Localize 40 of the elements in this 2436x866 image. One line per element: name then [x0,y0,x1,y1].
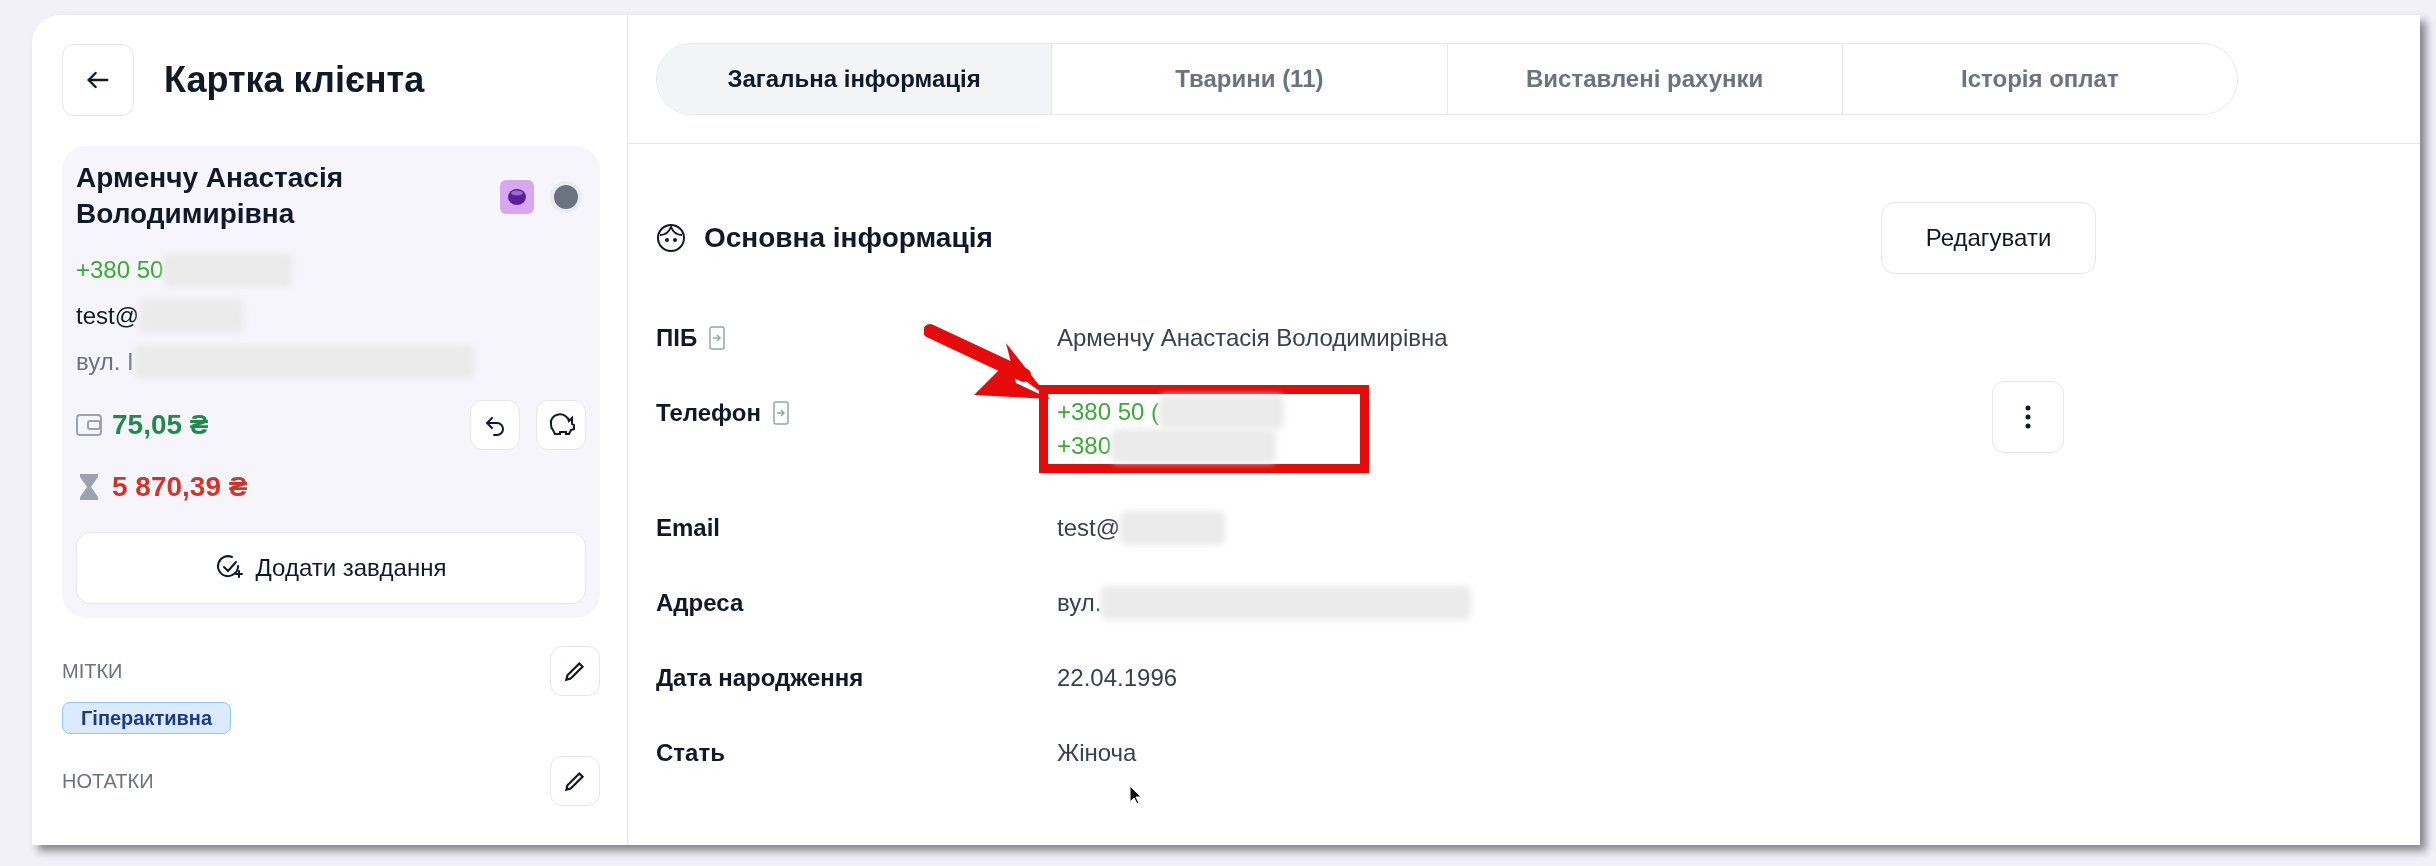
copy-icon[interactable] [772,401,789,425]
tab[interactable]: Історія оплат [1841,44,2237,114]
client-name: Арменчу Анастасія Володимирівна [76,161,344,231]
field-label: ПІБ [656,323,698,353]
client-address: вул. І [76,347,134,377]
bean-icon [500,180,534,214]
field-value: Арменчу Анастасія Володимирівна [1057,323,1448,353]
section-title: Основна інформація [704,221,993,255]
balance-amount: 75,05 ₴ [112,408,209,442]
section-label: НОТАТКИ [62,769,154,794]
piggy-bank-icon [547,412,575,438]
client-email: test@ [76,301,140,331]
field-value: 22.04.1996 [1057,663,1178,693]
field-label: Стать [656,738,725,768]
field-value: test@ [1057,513,1121,543]
mouse-pointer-icon [1129,785,1143,805]
section-label: МІТКИ [62,659,123,684]
field-value: Жіноча [1057,738,1137,768]
field-label: Адреса [656,588,744,618]
edit-button[interactable]: Редагувати [1881,202,2096,274]
face-icon [656,223,686,253]
undo-button[interactable] [470,400,520,450]
client-phone: +380 50 [76,255,164,285]
field-label: Дата народження [656,663,864,693]
add-task-button[interactable]: Додати завдання [76,532,586,604]
wallet-icon [76,413,102,437]
tag: Гіперактивна [62,702,232,734]
field-label: Телефон [656,398,761,428]
piggy-bank-button[interactable] [536,400,586,450]
more-vertical-icon [2025,405,2031,429]
field-label: Email [656,513,721,543]
copy-icon[interactable] [709,326,726,350]
field-value: +380 [1057,431,1112,461]
field-value: вул. [1057,588,1102,618]
page-title: Картка клієнта [164,58,425,102]
field-value: +380 50 ( [1057,397,1160,427]
edit-tags-button[interactable] [550,646,600,696]
edit-notes-button[interactable] [550,756,600,806]
tab[interactable]: Загальна інформація [657,44,1052,114]
debt-amount: 5 870,39 ₴ [112,470,248,504]
